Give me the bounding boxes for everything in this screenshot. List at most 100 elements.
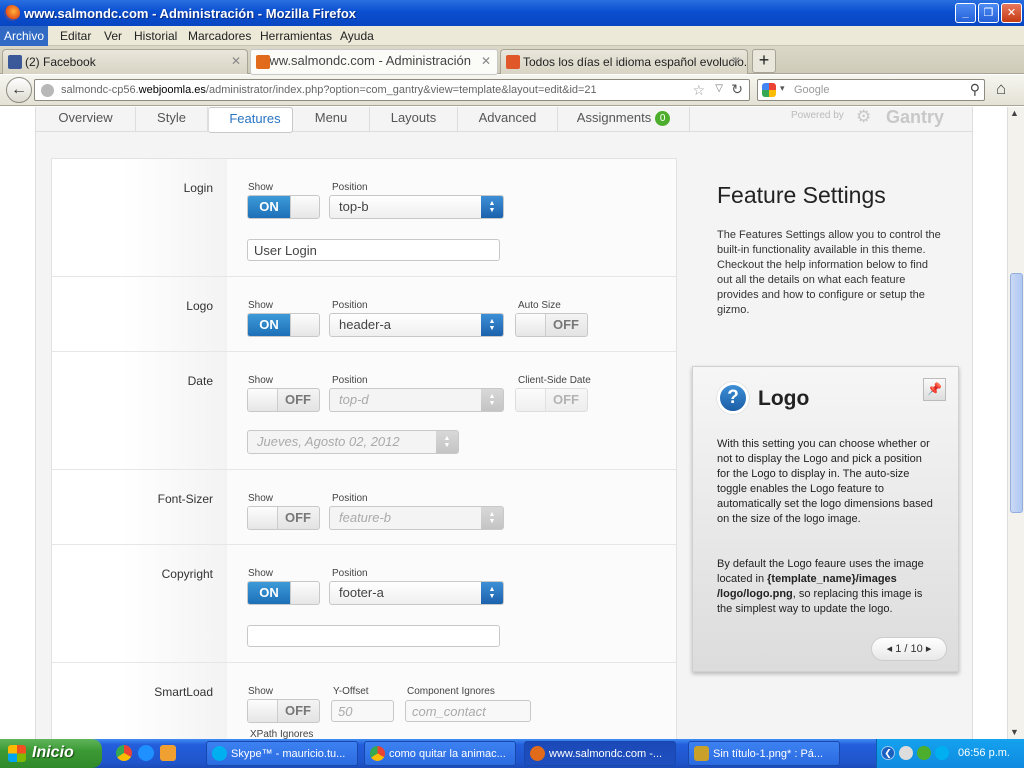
copyright-text-input[interactable] (247, 625, 500, 647)
row-copyright: Copyright Show ON Position footer-a ▲ ▼ (52, 545, 676, 663)
position-caption: Position (332, 300, 368, 311)
scroll-up-icon[interactable]: ▲ (1010, 108, 1019, 118)
network-icon[interactable] (899, 746, 913, 760)
login-show-toggle[interactable]: ON (247, 195, 320, 219)
tab-style[interactable]: Style (136, 107, 208, 132)
google-icon (762, 83, 776, 97)
component-ignores-input[interactable]: com_contact (405, 700, 531, 722)
close-tab-icon[interactable]: ✕ (731, 54, 741, 68)
login-position-select[interactable]: top-b ▲ ▼ (329, 195, 504, 219)
menu-herramientas[interactable]: Herramientas (260, 29, 332, 43)
tray-expand-icon[interactable]: ❮ (881, 746, 895, 760)
scroll-thumb[interactable] (1010, 273, 1023, 513)
start-button[interactable]: Inicio (0, 739, 102, 768)
reload-icon[interactable]: ↻ (731, 81, 743, 98)
bookmark-star-icon[interactable]: ☆ (692, 82, 705, 99)
ie-icon[interactable] (138, 745, 154, 761)
messenger-icon[interactable] (160, 745, 176, 761)
date-clientside-toggle[interactable]: OFF (515, 388, 588, 412)
component-ignores-caption: Component Ignores (407, 686, 495, 697)
autosize-caption: Auto Size (518, 300, 561, 311)
row-smartload: SmartLoad Show OFF Y-Offset 50 Component… (52, 663, 676, 739)
maximize-button[interactable]: ❐ (978, 3, 999, 23)
scroll-down-icon[interactable]: ▼ (1010, 727, 1019, 737)
close-tab-icon[interactable]: ✕ (231, 54, 241, 68)
tab-salmondc[interactable]: www.salmondc.com - Administración ✕ (250, 49, 498, 75)
yoffset-caption: Y-Offset (333, 686, 369, 697)
tab-idioma[interactable]: Todos los días el idioma español evoluci… (500, 49, 748, 74)
logo-show-toggle[interactable]: ON (247, 313, 320, 337)
position-caption: Position (332, 182, 368, 193)
globe-icon (41, 84, 54, 97)
joomla-icon (256, 55, 270, 69)
windows-flag-icon (8, 745, 26, 762)
powered-by-label: Powered by (791, 110, 844, 121)
task-skype[interactable]: Skype™ - mauricio.tu... (206, 741, 358, 766)
date-position-select[interactable]: top-d ▲ ▼ (329, 388, 504, 412)
login-text-input[interactable]: User Login (247, 239, 500, 261)
task-fireworks[interactable]: Sin título-1.png* : Pá... (688, 741, 840, 766)
date-format-select[interactable]: Jueves, Agosto 02, 2012 ▲ ▼ (247, 430, 459, 454)
task-firefox[interactable]: www.salmondc.com -... (524, 741, 676, 766)
row-label: Font-Sizer (157, 492, 213, 506)
pager-next-icon[interactable]: ▸ (926, 643, 932, 655)
search-input[interactable]: ▾ Google ⚲ (757, 79, 985, 101)
close-window-button[interactable]: ✕ (1001, 3, 1022, 23)
position-caption: Position (332, 493, 368, 504)
copyright-show-toggle[interactable]: ON (247, 581, 320, 605)
tab-menu[interactable]: Menu (293, 107, 370, 132)
tab-label: www.salmondc.com - Administración (260, 53, 471, 68)
row-label: Login (183, 181, 213, 195)
yoffset-input[interactable]: 50 (331, 700, 394, 722)
logo-autosize-toggle[interactable]: OFF (515, 313, 588, 337)
home-icon[interactable]: ⌂ (996, 79, 1006, 99)
fontsizer-position-select[interactable]: feature-b ▲ ▼ (329, 506, 504, 530)
menu-ver[interactable]: Ver (104, 29, 122, 43)
fontsizer-show-toggle[interactable]: OFF (247, 506, 320, 530)
gantry-tabs: Overview Style Features Menu Layouts Adv… (35, 107, 973, 133)
menu-archivo[interactable]: Archivo (0, 26, 49, 46)
menu-marcadores[interactable]: Marcadores (188, 29, 251, 43)
back-button[interactable]: ← (6, 77, 32, 103)
menu-bar: Archivo Editar Ver Historial Marcadores … (0, 26, 1024, 46)
help-paragraph-1: With this setting you can choose whether… (717, 438, 933, 525)
tab-features[interactable]: Features (208, 107, 293, 133)
search-placeholder: Google (794, 84, 830, 96)
vertical-scrollbar[interactable]: ▲ ▼ (1007, 107, 1024, 739)
menu-ayuda[interactable]: Ayuda (340, 29, 374, 43)
site-icon (506, 55, 520, 69)
search-icon[interactable]: ⚲ (970, 81, 980, 98)
tab-facebook[interactable]: (2) Facebook ✕ (2, 49, 248, 74)
skype-tray-icon[interactable] (935, 746, 949, 760)
window-title: www.salmondc.com - Administración - Mozi… (24, 6, 357, 21)
tab-assignments[interactable]: Assignments 0 (558, 107, 690, 132)
tab-layouts[interactable]: Layouts (370, 107, 458, 132)
show-caption: Show (248, 375, 274, 386)
menu-editar[interactable]: Editar (60, 29, 91, 43)
safety-icon[interactable] (917, 746, 931, 760)
new-tab-button[interactable]: + (752, 49, 776, 73)
skype-icon (212, 746, 227, 761)
logo-position-select[interactable]: header-a ▲ ▼ (329, 313, 504, 337)
tab-advanced[interactable]: Advanced (458, 107, 558, 132)
url-dropdown-icon[interactable]: ▽ (715, 83, 723, 94)
menu-historial[interactable]: Historial (134, 29, 177, 43)
copyright-position-select[interactable]: footer-a ▲ ▼ (329, 581, 504, 605)
date-show-toggle[interactable]: OFF (247, 388, 320, 412)
row-logo: Logo Show ON Position header-a ▲ ▼ Auto S… (52, 277, 676, 352)
search-engine-dropdown-icon[interactable]: ▾ (780, 83, 785, 94)
select-arrows-icon: ▲ ▼ (481, 582, 503, 604)
help-pager: ◂ 1 / 10 ▸ (871, 637, 947, 661)
minimize-button[interactable]: _ (955, 3, 976, 23)
help-title: Logo (758, 387, 810, 410)
tab-overview[interactable]: Overview (36, 107, 136, 132)
firefox-window: www.salmondc.com - Administración - Mozi… (0, 0, 1024, 768)
task-chrome[interactable]: como quitar la animac... (364, 741, 516, 766)
close-tab-icon[interactable]: ✕ (481, 54, 491, 68)
smartload-show-toggle[interactable]: OFF (247, 699, 320, 723)
chrome-icon[interactable] (116, 745, 132, 761)
pin-icon[interactable]: 📌 (923, 378, 946, 401)
url-bar[interactable]: salmondc-cp56.webjoomla.es/administrator… (34, 79, 750, 101)
xpath-ignores-caption: XPath Ignores (250, 729, 314, 739)
pager-prev-icon[interactable]: ◂ (887, 643, 893, 655)
